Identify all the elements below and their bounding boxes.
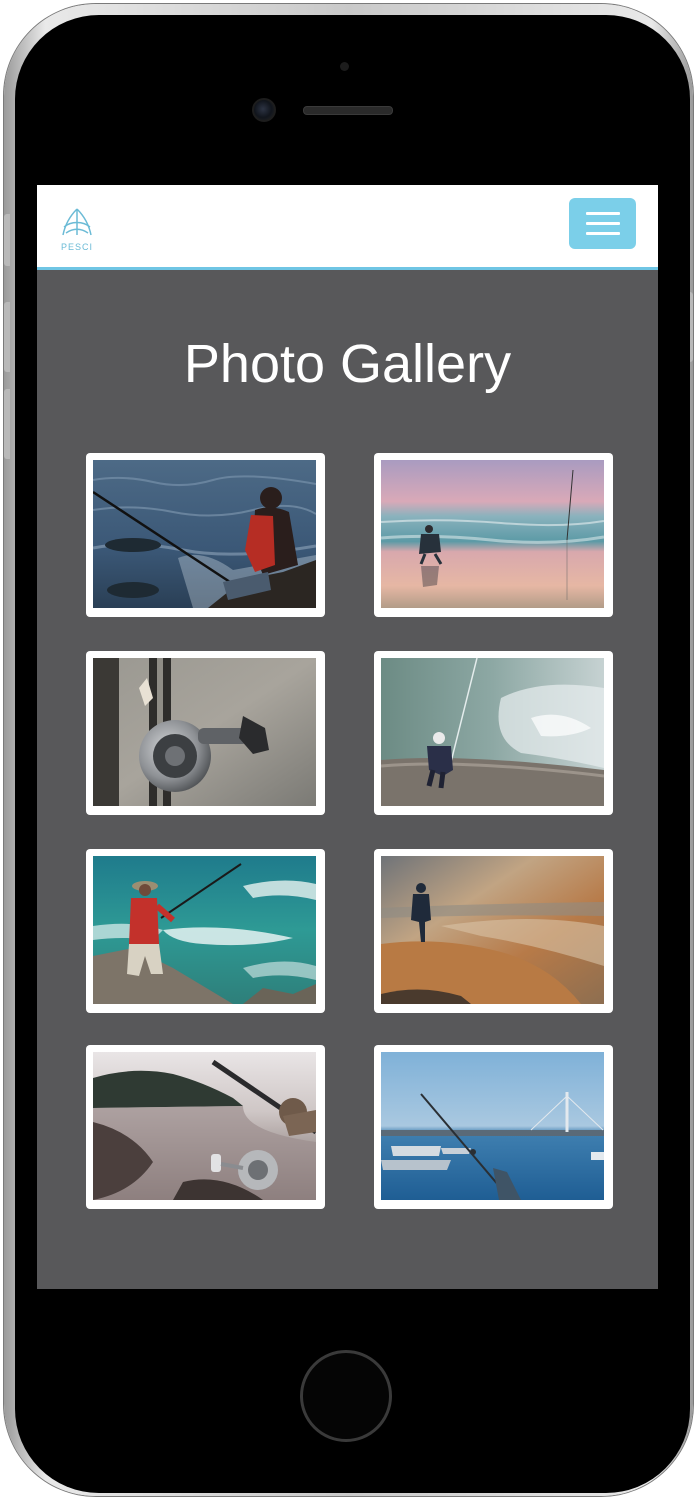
photo-reel-handheld-coast [93,1052,316,1200]
page-title: Photo Gallery [183,334,512,394]
gallery-photo-2[interactable] [374,453,613,617]
gallery-photo-8[interactable] [374,1045,613,1209]
app-screen: PESCI Photo Gallery [37,185,658,1289]
volume-up-button [4,302,10,372]
photo-rod-harbor-bridge [381,1052,604,1200]
volume-down-button [4,389,10,459]
photo-fisherman-red-shirt [93,856,316,1004]
photo-fisherman-waves [381,658,604,806]
photo-fisherman-red-jacket [93,460,316,608]
photo-silhouette-golden-shore [381,856,604,1004]
gallery-photo-3[interactable] [86,651,325,815]
gallery-photo-4[interactable] [374,651,613,815]
mute-switch [4,214,10,266]
home-button[interactable] [300,1350,392,1442]
brand-name: PESCI [60,242,93,252]
fish-fin-logo-icon [62,208,92,236]
front-camera [252,98,276,122]
gallery-photo-7[interactable] [86,1045,325,1209]
gallery-photo-6[interactable] [374,849,613,1013]
menu-toggle-button[interactable] [569,198,636,249]
photo-gallery [86,453,613,1213]
gallery-photo-5[interactable] [86,849,325,1013]
gallery-photo-1[interactable] [86,453,325,617]
proximity-sensor [340,62,349,71]
earpiece-speaker [303,106,393,115]
photo-fishing-reel-closeup [93,658,316,806]
brand-logo[interactable]: PESCI [59,207,95,252]
navbar: PESCI [37,185,658,270]
photo-pink-sunset-beach [381,460,604,608]
